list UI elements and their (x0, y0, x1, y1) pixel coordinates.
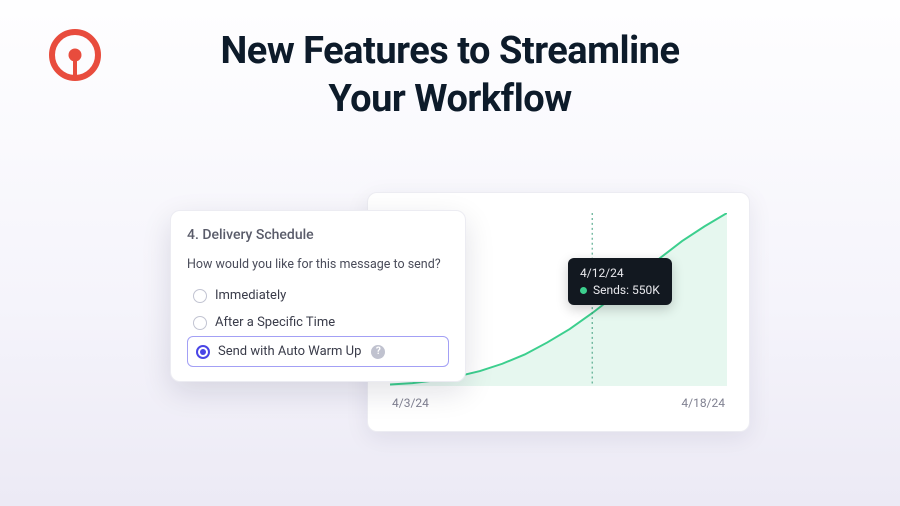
tooltip-value: Sends: 550K (593, 283, 660, 297)
radio-label: Send with Auto Warm Up (218, 344, 361, 359)
radio-after-specific-time[interactable]: After a Specific Time (187, 309, 449, 336)
panel-heading: 4. Delivery Schedule (187, 227, 449, 243)
panel-question: How would you like for this message to s… (187, 257, 449, 272)
tooltip-series-dot-icon (580, 287, 587, 294)
radio-label: Immediately (215, 288, 286, 303)
radio-icon (196, 345, 210, 359)
page-title-line1: New Features to Streamline (221, 29, 680, 73)
page-title-line2: Your Workflow (328, 77, 571, 121)
illustration-stage: 4/3/24 4/18/24 4/12/24 Sends: 550K 4. De… (0, 170, 900, 506)
x-axis-end: 4/18/24 (681, 396, 725, 410)
help-icon[interactable]: ? (371, 345, 385, 359)
radio-label: After a Specific Time (215, 315, 335, 330)
radio-auto-warm-up[interactable]: Send with Auto Warm Up ? (187, 336, 449, 367)
chart-x-axis: 4/3/24 4/18/24 (390, 396, 727, 410)
delivery-schedule-panel: 4. Delivery Schedule How would you like … (170, 210, 466, 382)
radio-icon (193, 289, 207, 303)
radio-immediately[interactable]: Immediately (187, 282, 449, 309)
x-axis-start: 4/3/24 (392, 396, 429, 410)
tooltip-date: 4/12/24 (580, 266, 660, 280)
chart-tooltip: 4/12/24 Sends: 550K (568, 258, 672, 305)
radio-icon (193, 316, 207, 330)
page-title: New Features to Streamline Your Workflow (0, 28, 900, 123)
